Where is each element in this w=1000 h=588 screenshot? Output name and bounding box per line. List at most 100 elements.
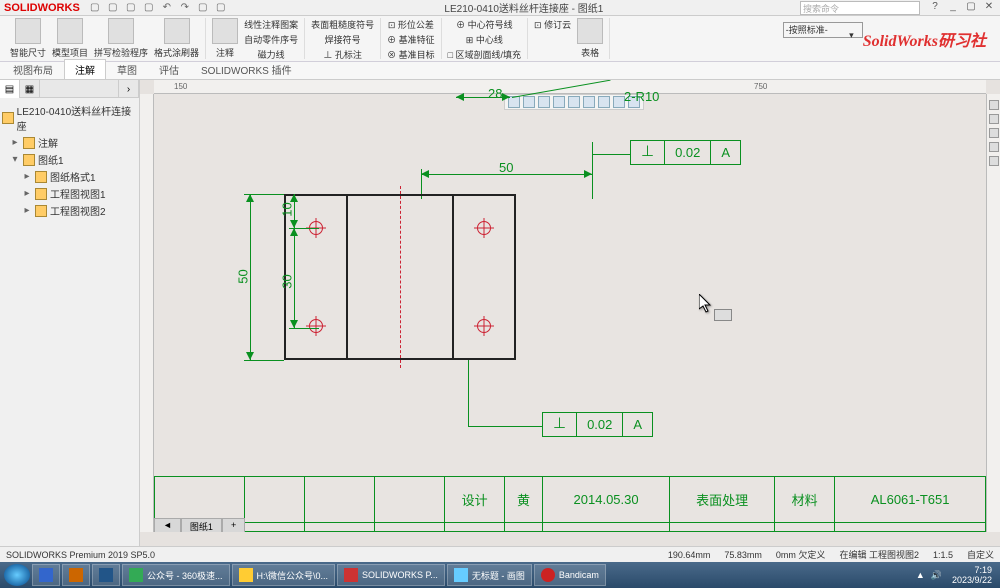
new-icon[interactable]: ▢: [88, 1, 102, 15]
hud-icon[interactable]: [598, 96, 610, 108]
taskbar-item[interactable]: H:\微信公众号\0...: [232, 564, 336, 586]
hole-mark[interactable]: [477, 319, 491, 333]
status-custom[interactable]: 自定义: [967, 548, 994, 561]
tab-sketch[interactable]: 草图: [106, 59, 148, 79]
spell-check-button[interactable]: 拼写检验程序: [94, 18, 148, 59]
open-icon[interactable]: ▢: [106, 1, 120, 15]
smart-dimension-button[interactable]: 智能尺寸: [10, 18, 46, 59]
pan-icon[interactable]: [989, 128, 999, 138]
tab-addins[interactable]: SOLIDWORKS 插件: [190, 59, 303, 79]
gdt-button[interactable]: ⊡ 形位公差: [387, 18, 435, 31]
drawing-view-2[interactable]: [284, 194, 516, 360]
note-2r10[interactable]: 2-R10: [624, 89, 659, 104]
model-items-button[interactable]: 模型项目: [52, 18, 88, 59]
format-painter-button[interactable]: 格式涂刷器: [154, 18, 199, 59]
sheet-tab-1[interactable]: 图纸1: [181, 518, 222, 532]
tables-button[interactable]: 表格: [577, 18, 603, 59]
perpendicularity-icon: ⊥: [631, 141, 665, 164]
hud-icon[interactable]: [583, 96, 595, 108]
standard-select[interactable]: -按照标准-▾: [783, 22, 863, 38]
tray-icon[interactable]: 🔊: [931, 570, 942, 581]
taskbar-clock[interactable]: 7:19 2023/9/22: [948, 565, 996, 585]
start-button[interactable]: [4, 564, 30, 586]
zoom-fit-icon[interactable]: [989, 100, 999, 110]
auto-balloon-button[interactable]: 自动零件序号: [244, 33, 298, 46]
hud-icon[interactable]: [538, 96, 550, 108]
system-tray[interactable]: ▲ 🔊 7:19 2023/9/22: [916, 565, 996, 585]
revision-cloud-button[interactable]: ⊡ 修订云: [534, 18, 571, 31]
dimension-28[interactable]: 28: [488, 86, 502, 101]
ext-line: [244, 194, 284, 195]
hole-mark[interactable]: [309, 319, 323, 333]
display-style-icon[interactable]: [989, 156, 999, 166]
tab-view-layout[interactable]: 视图布局: [2, 59, 64, 79]
save-icon[interactable]: ▢: [124, 1, 138, 15]
centerline-button[interactable]: ⊞ 中心线: [448, 33, 521, 46]
search-commands-input[interactable]: 搜索命令: [800, 1, 920, 15]
datum-target-button[interactable]: ⊗ 基准目标: [387, 48, 435, 61]
fm-tab-expand-icon[interactable]: ›: [119, 80, 139, 98]
dimension-30[interactable]: 30: [280, 274, 295, 288]
tray-icon[interactable]: ▲: [916, 570, 925, 580]
gdt-datum: A: [623, 413, 652, 436]
undo-icon[interactable]: ↶: [160, 1, 174, 15]
sheet-tab-add-icon[interactable]: +: [222, 518, 245, 532]
dimension-10[interactable]: 10: [280, 202, 295, 216]
tree-sheet-format[interactable]: ▸图纸格式1: [2, 168, 137, 185]
hud-icon[interactable]: [568, 96, 580, 108]
ext-line: [244, 360, 284, 361]
surface-finish-button[interactable]: 表面粗糙度符号: [311, 18, 374, 31]
tree-annotations[interactable]: ▸注解: [2, 134, 137, 151]
close-icon[interactable]: ✕: [982, 1, 996, 15]
hole-callout-button[interactable]: ⊥ 孔标注: [311, 48, 374, 61]
datum-feature-button[interactable]: ⊕ 基准特征: [387, 33, 435, 46]
dimension-50v[interactable]: 50: [236, 269, 251, 283]
rebuild-icon[interactable]: ▢: [214, 1, 228, 15]
help-icon[interactable]: ?: [928, 1, 942, 15]
gdt-frame-top[interactable]: ⊥ 0.02 A: [630, 140, 741, 165]
center-mark-button[interactable]: ⊕ 中心符号线: [448, 18, 521, 31]
hud-icon[interactable]: [523, 96, 535, 108]
sheet-tab-prev-icon[interactable]: ◄: [154, 518, 181, 532]
tree-view2[interactable]: ▸工程图视图2: [2, 202, 137, 219]
dimension-50h[interactable]: 50: [499, 160, 513, 175]
taskbar-item[interactable]: Bandicam: [534, 564, 606, 586]
weld-symbol-button[interactable]: 焊接符号: [311, 33, 374, 46]
linear-note-pattern-button[interactable]: 线性注释图案: [244, 18, 298, 31]
drawing-canvas[interactable]: 150 750 28 2-R10: [140, 80, 1000, 546]
taskbar-item[interactable]: 无标题 - 画图: [447, 564, 532, 586]
tree-root[interactable]: LE210-0410送料丝杆连接座: [2, 102, 137, 134]
tree-view1[interactable]: ▸工程图视图1: [2, 185, 137, 202]
drawing-sheet[interactable]: 28 2-R10 ⊥ 0.02 A 50: [154, 94, 986, 532]
zoom-area-icon[interactable]: [989, 114, 999, 124]
gdt-tolerance: 0.02: [577, 413, 623, 436]
view-toolbar-right: [986, 94, 1000, 532]
section-icon[interactable]: [989, 142, 999, 152]
taskbar-item[interactable]: 公众号 - 360极速...: [122, 564, 230, 586]
maximize-icon[interactable]: ▢: [964, 1, 978, 15]
ext-line: [289, 228, 319, 229]
taskbar-pinned-icon[interactable]: [62, 564, 90, 586]
area-hatch-button[interactable]: □ 区域剖面线/填充: [448, 48, 521, 61]
hole-mark[interactable]: [477, 221, 491, 235]
fm-tab-config-icon[interactable]: ▦: [20, 80, 40, 98]
taskbar-item[interactable]: SOLIDWORKS P...: [337, 564, 445, 586]
print-icon[interactable]: ▢: [142, 1, 156, 15]
tab-annotation[interactable]: 注解: [64, 59, 106, 79]
title-block[interactable]: 设计 黄 2014.05.30 表面处理 材料 AL6061-T651: [154, 476, 986, 532]
hud-icon[interactable]: [553, 96, 565, 108]
status-scale[interactable]: 1:1.5: [933, 550, 953, 560]
taskbar-pinned-icon[interactable]: [92, 564, 120, 586]
note-button[interactable]: 注释: [212, 18, 238, 59]
tab-evaluate[interactable]: 评估: [148, 59, 190, 79]
redo-icon[interactable]: ↷: [178, 1, 192, 15]
ext-line: [592, 169, 593, 199]
tree-sheet1[interactable]: ▾图纸1: [2, 151, 137, 168]
fm-tab-tree-icon[interactable]: ▤: [0, 80, 20, 98]
gdt-frame-bottom[interactable]: ⊥ 0.02 A: [542, 412, 653, 437]
options-icon[interactable]: ▢: [196, 1, 210, 15]
minimize-icon[interactable]: _: [946, 1, 960, 15]
status-underdefined: 0mm 欠定义: [776, 548, 826, 561]
status-coord-y: 75.83mm: [724, 550, 762, 560]
taskbar-pinned-icon[interactable]: [32, 564, 60, 586]
